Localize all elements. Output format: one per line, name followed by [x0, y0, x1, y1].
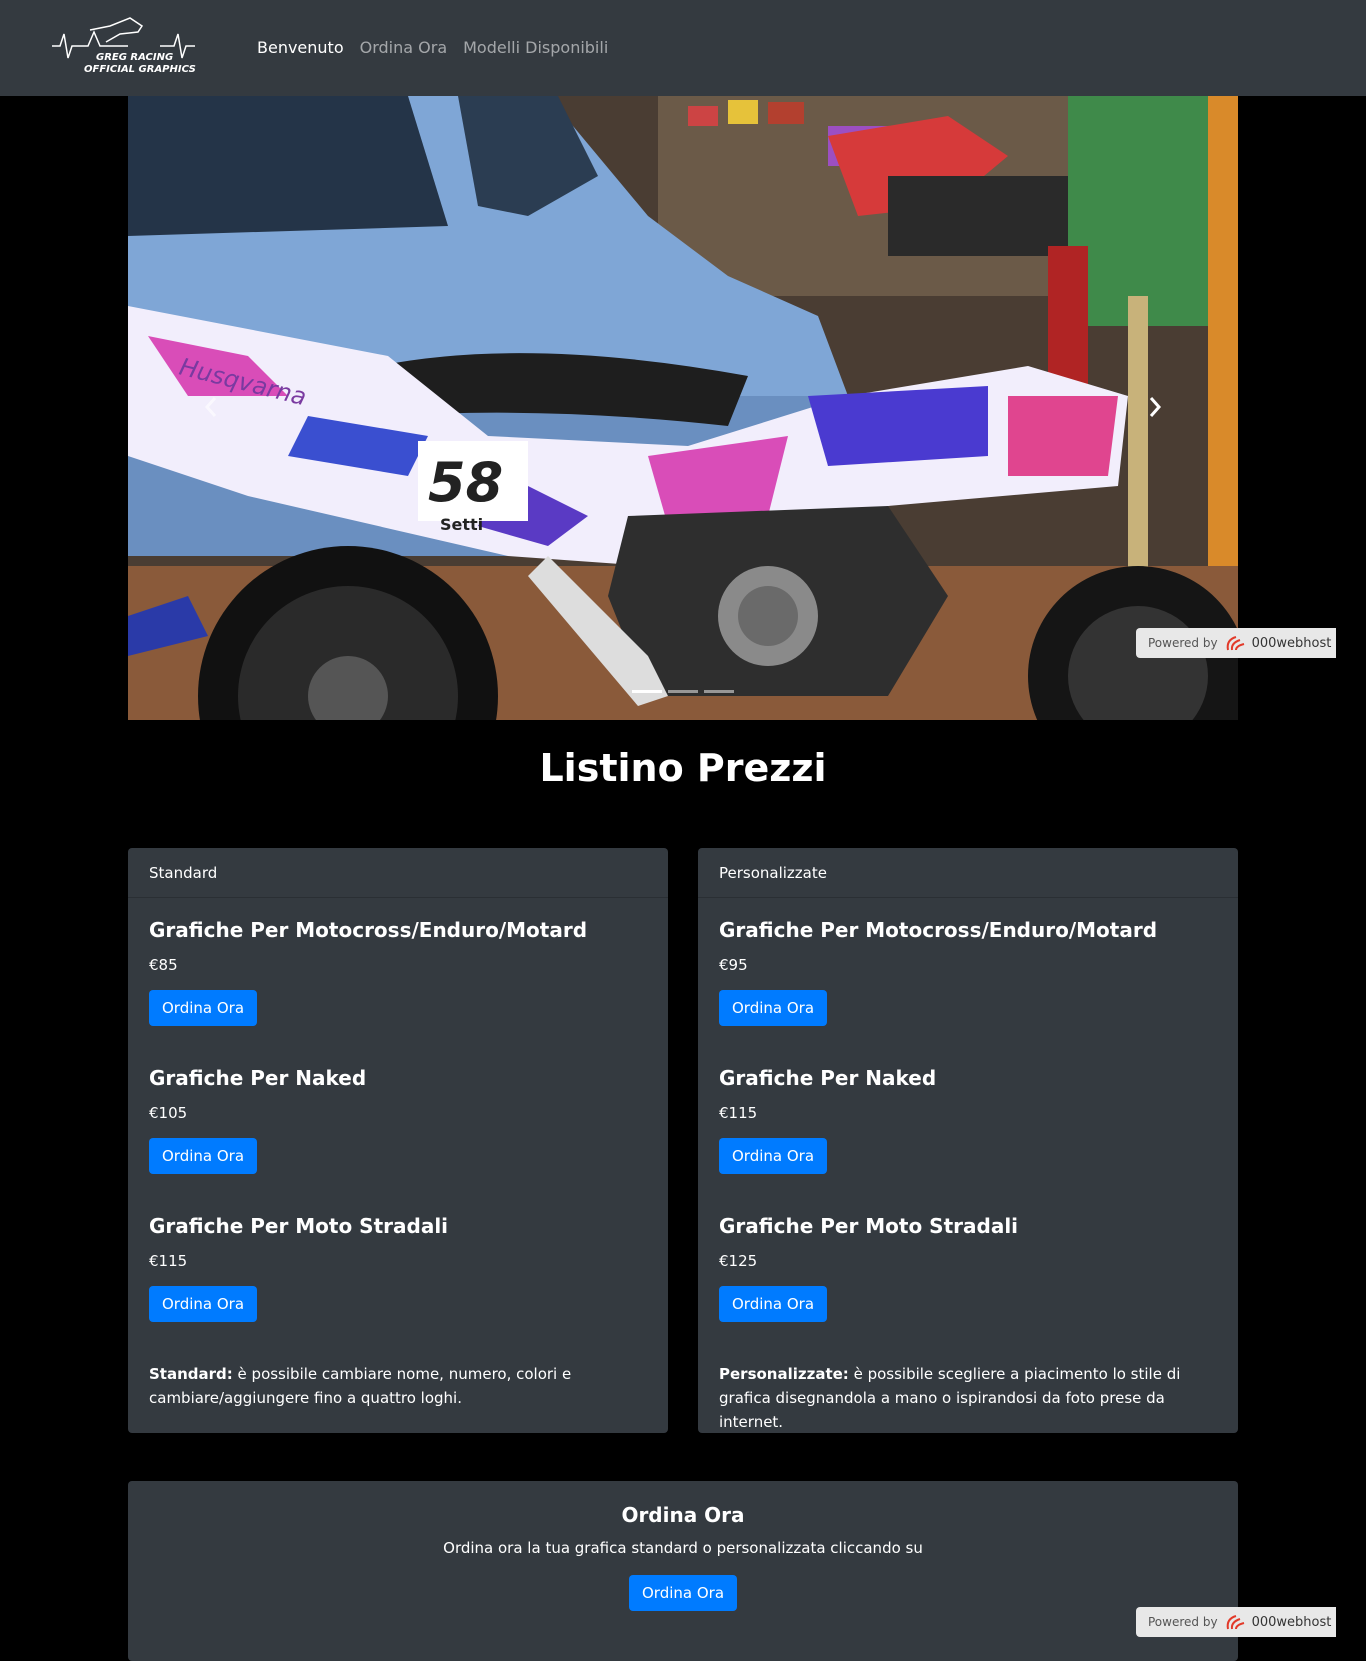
plan-note-label: Standard: [149, 1365, 233, 1383]
powered-by-brand: 000webhost [1251, 635, 1332, 651]
plan-item: Grafiche Per Naked €105 Ordina Ora [149, 1066, 647, 1174]
order-button[interactable]: Ordina Ora [719, 1138, 828, 1174]
nav-link-ordina-ora[interactable]: Ordina Ora [360, 38, 448, 57]
plan-title: Grafiche Per Moto Stradali [149, 1214, 449, 1238]
chevron-right-icon [1149, 397, 1162, 417]
000webhost-logo-icon [1226, 636, 1244, 651]
plan-price: €115 [719, 1104, 758, 1122]
logo[interactable]: GREG RACING OFFICIAL GRAPHICS [50, 12, 200, 80]
chevron-left-icon [204, 397, 217, 417]
plan-item: Grafiche Per Motocross/Enduro/Motard €95… [719, 918, 1217, 1026]
carousel-prev-button[interactable] [196, 392, 226, 422]
svg-text:OFFICIAL GRAPHICS: OFFICIAL GRAPHICS [84, 64, 196, 75]
plan-price: €115 [149, 1252, 188, 1270]
plan-note: Personalizzate: è possibile scegliere a … [719, 1362, 1217, 1434]
plan-item: Grafiche Per Moto Stradali €125 Ordina O… [719, 1214, 1217, 1322]
order-button[interactable]: Ordina Ora [719, 1286, 828, 1322]
plan-title: Grafiche Per Motocross/Enduro/Motard [149, 918, 588, 942]
plan-note-label: Personalizzate: [719, 1365, 849, 1383]
powered-by-badge[interactable]: Powered by 000webhost [1136, 628, 1336, 658]
plan-title: Grafiche Per Naked [719, 1066, 937, 1090]
plan-item: Grafiche Per Moto Stradali €115 Ordina O… [149, 1214, 647, 1322]
powered-by-badge[interactable]: Powered by 000webhost [1136, 1607, 1336, 1637]
pricing-title: Listino Prezzi [539, 746, 827, 790]
order-section: Ordina Ora Ordina ora la tua grafica sta… [128, 1481, 1238, 1661]
000webhost-logo-icon [1226, 1615, 1244, 1630]
carousel-next-button[interactable] [1140, 392, 1170, 422]
plan-title: Grafiche Per Moto Stradali [719, 1214, 1019, 1238]
carousel-indicators [632, 690, 734, 693]
order-text: Ordina ora la tua grafica standard o per… [443, 1539, 923, 1557]
plan-price: €125 [719, 1252, 758, 1270]
plan-price: €105 [149, 1104, 188, 1122]
powered-by-label: Powered by [1148, 636, 1218, 650]
nav-link-modelli-disponibili[interactable]: Modelli Disponibili [463, 38, 608, 57]
powered-by-brand: 000webhost [1251, 1614, 1332, 1630]
plan-price: €95 [719, 956, 748, 974]
carousel-indicator[interactable] [704, 690, 734, 693]
card-header: Personalizzate [698, 848, 1238, 898]
pricing-card-standard: Standard Grafiche Per Motocross/Enduro/M… [128, 848, 668, 1433]
plan-title: Grafiche Per Naked [149, 1066, 367, 1090]
carousel-indicator[interactable] [632, 690, 662, 693]
order-button[interactable]: Ordina Ora [149, 990, 258, 1026]
card-header: Standard [128, 848, 668, 898]
bike-number: 58 [428, 451, 503, 514]
plan-title: Grafiche Per Motocross/Enduro/Motard [719, 918, 1158, 942]
order-button[interactable]: Ordina Ora [149, 1138, 258, 1174]
order-title: Ordina Ora [621, 1503, 745, 1527]
navbar: GREG RACING OFFICIAL GRAPHICS Benvenuto … [0, 0, 1366, 96]
plan-item: Grafiche Per Naked €115 Ordina Ora [719, 1066, 1217, 1174]
order-button[interactable]: Ordina Ora [149, 1286, 258, 1322]
plan-item: Grafiche Per Motocross/Enduro/Motard €85… [149, 918, 647, 1026]
powered-by-label: Powered by [1148, 1615, 1218, 1629]
nav-links: Benvenuto Ordina Ora Modelli Disponibili [257, 38, 608, 57]
hero-carousel[interactable]: 58 Setti Husqvarna [128, 96, 1238, 720]
carousel-slide-image: 58 Setti Husqvarna [128, 96, 1238, 720]
plan-price: €85 [149, 956, 178, 974]
order-now-button[interactable]: Ordina Ora [628, 1575, 738, 1611]
order-button[interactable]: Ordina Ora [719, 990, 828, 1026]
pricing-card-personalizzate: Personalizzate Grafiche Per Motocross/En… [698, 848, 1238, 1433]
plan-note: Standard: è possibile cambiare nome, num… [149, 1362, 647, 1410]
nav-link-benvenuto[interactable]: Benvenuto [257, 38, 344, 57]
carousel-indicator[interactable] [668, 690, 698, 693]
svg-text:GREG RACING: GREG RACING [96, 52, 173, 63]
bike-name: Setti [440, 515, 483, 534]
